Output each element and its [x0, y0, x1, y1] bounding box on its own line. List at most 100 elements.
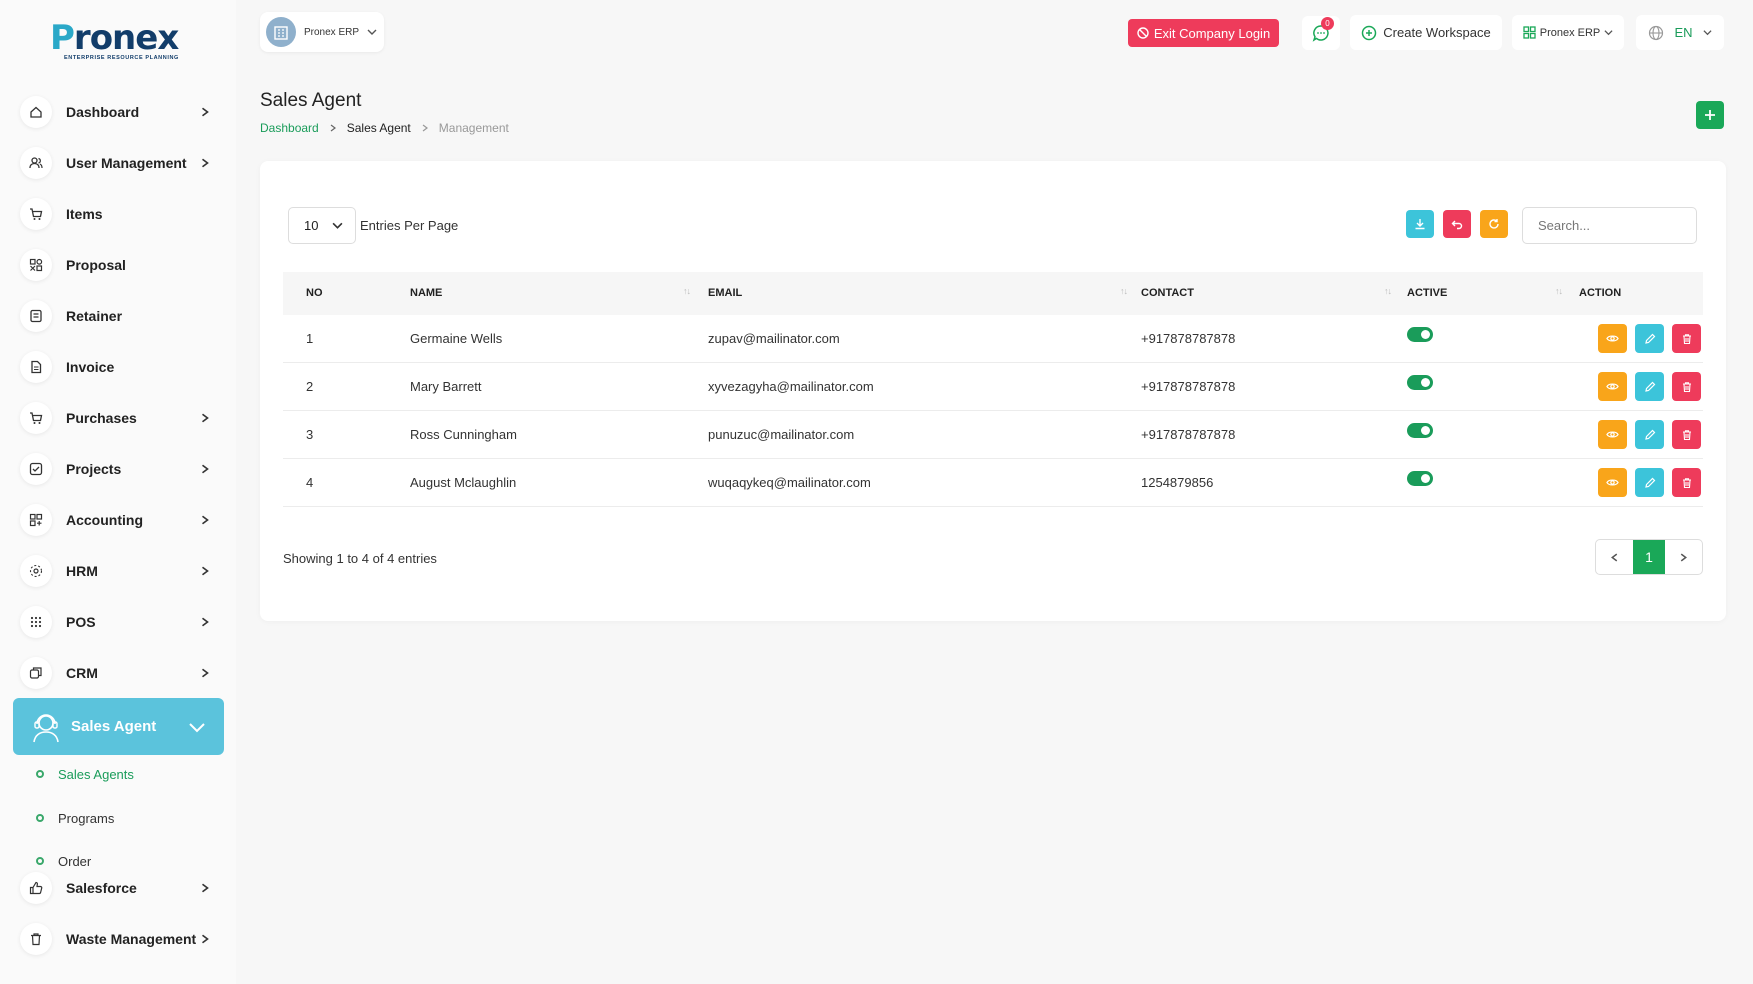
- eye-icon: [1606, 335, 1619, 342]
- company-switcher[interactable]: Pronex ERP: [260, 12, 384, 52]
- delete-button[interactable]: [1672, 324, 1701, 353]
- reset-button[interactable]: [1443, 210, 1471, 238]
- add-sales-agent-button[interactable]: [1696, 101, 1724, 129]
- create-workspace-button[interactable]: Create Workspace: [1350, 15, 1502, 50]
- view-button[interactable]: [1598, 420, 1627, 449]
- view-button[interactable]: [1598, 372, 1627, 401]
- sidebar-item-waste-management[interactable]: Waste Management: [20, 919, 216, 959]
- chevron-down-icon: [367, 29, 377, 35]
- breadcrumb-management: Management: [438, 121, 509, 135]
- active-toggle[interactable]: [1407, 471, 1433, 486]
- language-select[interactable]: EN: [1636, 15, 1724, 50]
- cell-email: zupav@mailinator.com: [708, 331, 840, 346]
- sidebar-item-projects[interactable]: Projects: [20, 449, 216, 489]
- export-button[interactable]: [1406, 210, 1434, 238]
- breadcrumb: Dashboard Sales Agent Management: [260, 121, 509, 135]
- pronex-logo[interactable]: Pronex ENTERPRISE RESOURCE PLANNING: [50, 18, 180, 68]
- bullet-icon: [36, 770, 44, 778]
- table-row: 3 Ross Cunningham punuzuc@mailinator.com…: [283, 411, 1703, 459]
- trash-icon: [1682, 333, 1691, 344]
- sub-item-label: Sales Agents: [58, 766, 134, 782]
- breadcrumb-sales-agent[interactable]: Sales Agent: [347, 121, 411, 135]
- sidebar-item-label: Retainer: [66, 308, 123, 324]
- sidebar-item-label: Accounting: [66, 512, 143, 528]
- edit-button[interactable]: [1635, 420, 1664, 449]
- edit-button[interactable]: [1635, 468, 1664, 497]
- sidebar-item-sales-agent[interactable]: Sales Agent: [13, 698, 224, 755]
- crm-icon: [20, 657, 52, 689]
- header-no[interactable]: NO: [306, 287, 323, 299]
- ban-icon: [1137, 27, 1149, 39]
- edit-button[interactable]: [1635, 324, 1664, 353]
- notification-badge: 0: [1321, 17, 1334, 30]
- sidebar-item-items[interactable]: Items: [20, 194, 216, 234]
- header-active[interactable]: ACTIVE: [1407, 287, 1447, 299]
- sidebar-item-crm[interactable]: CRM: [20, 653, 216, 693]
- cell-name: Mary Barrett: [410, 379, 482, 394]
- sidebar-item-label: Dashboard: [66, 104, 140, 120]
- table-row: 1 Germaine Wells zupav@mailinator.com +9…: [283, 315, 1703, 363]
- chevron-right-icon: [202, 883, 209, 893]
- sub-item-order[interactable]: Order: [36, 851, 91, 871]
- prev-page-button[interactable]: [1596, 540, 1633, 574]
- view-button[interactable]: [1598, 324, 1627, 353]
- view-button[interactable]: [1598, 468, 1627, 497]
- active-toggle[interactable]: [1407, 423, 1433, 438]
- sidebar-item-purchases[interactable]: Purchases: [20, 398, 216, 438]
- delete-button[interactable]: [1672, 468, 1701, 497]
- active-toggle[interactable]: [1407, 327, 1433, 342]
- header-email[interactable]: EMAIL: [708, 287, 742, 299]
- delete-button[interactable]: [1672, 420, 1701, 449]
- breadcrumb-dashboard-link[interactable]: Dashboard: [260, 121, 319, 135]
- cell-contact: +917878787878: [1141, 379, 1236, 394]
- edit-button[interactable]: [1635, 372, 1664, 401]
- sidebar-item-salesforce[interactable]: Salesforce: [20, 868, 216, 908]
- sub-item-sales-agents[interactable]: Sales Agents: [36, 764, 134, 784]
- cell-email: wuqaqykeq@mailinator.com: [708, 475, 871, 490]
- cell-no: 4: [306, 475, 314, 490]
- sidebar-item-invoice[interactable]: Invoice: [20, 347, 216, 387]
- chevron-right-icon: [1680, 553, 1687, 561]
- sidebar-item-dashboard[interactable]: Dashboard: [20, 92, 216, 132]
- pencil-icon: [1644, 381, 1655, 392]
- trash-icon: [1682, 477, 1691, 488]
- hrm-icon: [20, 555, 52, 587]
- sort-icon[interactable]: ↑↓: [683, 286, 691, 296]
- chevron-down-icon: [189, 722, 205, 732]
- sidebar-item-retainer[interactable]: Retainer: [20, 296, 216, 336]
- sort-icon[interactable]: ↑↓: [1555, 286, 1563, 296]
- eye-icon: [1606, 479, 1619, 486]
- header-contact[interactable]: CONTACT: [1141, 287, 1194, 299]
- sort-icon[interactable]: ↑↓: [1120, 286, 1128, 296]
- sidebar-item-user-management[interactable]: User Management: [20, 143, 216, 183]
- sidebar-item-label: Salesforce: [66, 880, 137, 896]
- active-toggle[interactable]: [1407, 375, 1433, 390]
- chevron-right-icon: [202, 107, 209, 117]
- sub-item-programs[interactable]: Programs: [36, 808, 114, 828]
- trash-icon: [1682, 429, 1691, 440]
- invoice-icon: [20, 351, 52, 383]
- showing-entries-text: Showing 1 to 4 of 4 entries: [283, 551, 437, 566]
- workspace-select-value: Pronex ERP: [1539, 26, 1601, 39]
- thumbs-up-icon: [20, 872, 52, 904]
- sidebar-item-pos[interactable]: POS: [20, 602, 216, 642]
- sidebar-item-proposal[interactable]: Proposal: [20, 245, 216, 285]
- entries-per-page-select[interactable]: 10: [288, 207, 356, 244]
- exit-company-login-button[interactable]: Exit Company Login: [1128, 19, 1279, 47]
- sidebar-item-label: Invoice: [66, 359, 115, 375]
- chevron-right-icon: [202, 413, 209, 423]
- search-input[interactable]: [1522, 207, 1697, 244]
- next-page-button[interactable]: [1665, 540, 1702, 574]
- notifications-button[interactable]: 0: [1302, 16, 1340, 50]
- page-1-button[interactable]: 1: [1633, 540, 1665, 574]
- workspace-select[interactable]: Pronex ERP: [1512, 15, 1624, 50]
- table-row: 2 Mary Barrett xyvezagyha@mailinator.com…: [283, 363, 1703, 411]
- header-name[interactable]: NAME: [410, 287, 442, 299]
- sort-icon[interactable]: ↑↓: [1384, 286, 1392, 296]
- delete-button[interactable]: [1672, 372, 1701, 401]
- eye-icon: [1606, 383, 1619, 390]
- sidebar-item-label: Purchases: [66, 410, 137, 426]
- sidebar-item-hrm[interactable]: HRM: [20, 551, 216, 591]
- reload-button[interactable]: [1480, 210, 1508, 238]
- sidebar-item-accounting[interactable]: Accounting: [20, 500, 216, 540]
